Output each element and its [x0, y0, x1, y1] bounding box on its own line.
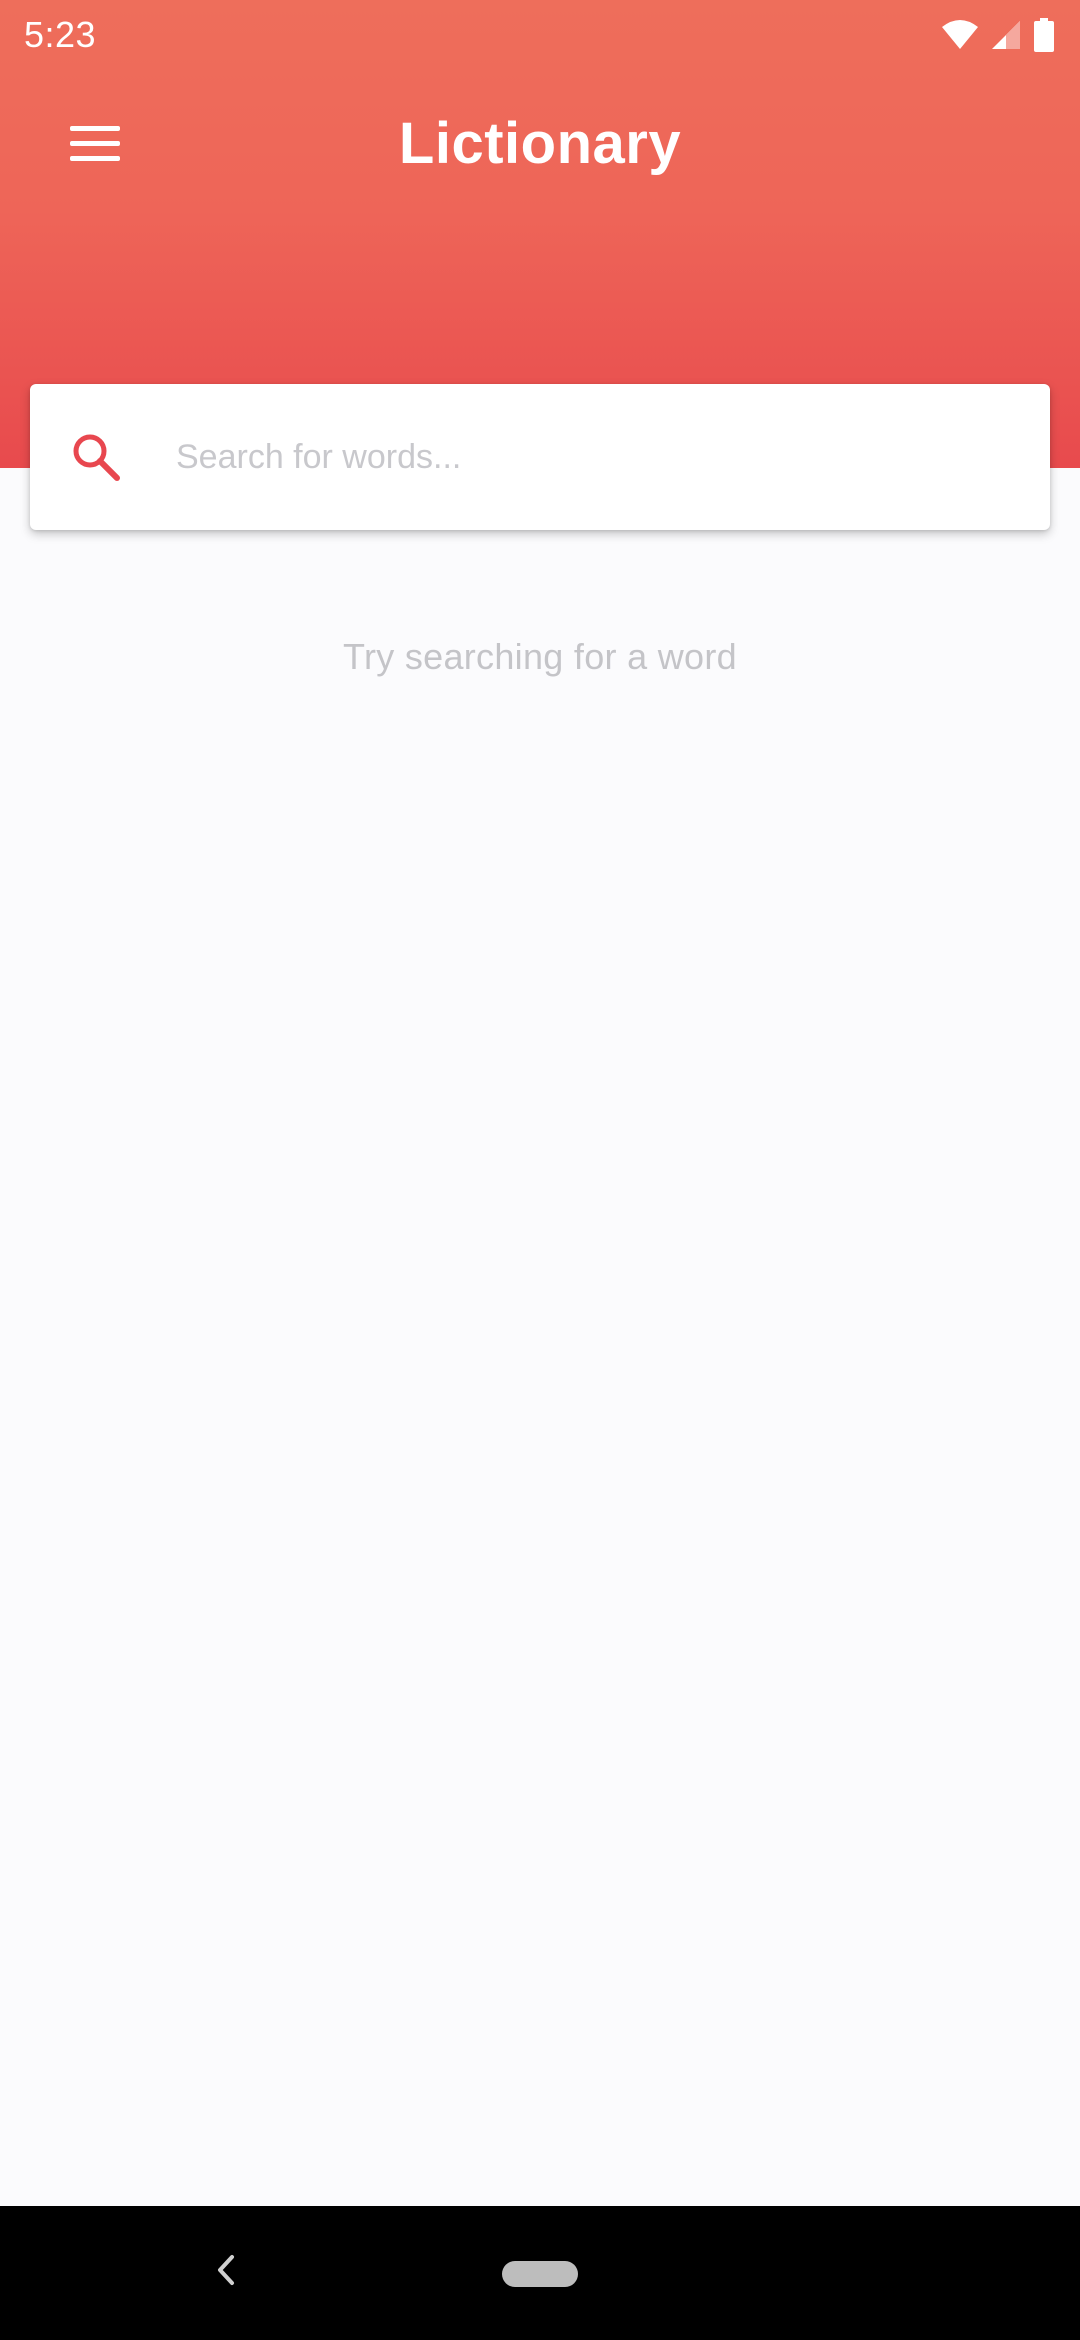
status-icons — [942, 16, 1054, 54]
wifi-icon — [942, 20, 978, 50]
back-button[interactable] — [196, 2242, 256, 2302]
battery-icon — [1034, 18, 1054, 52]
status-time: 5:23 — [24, 14, 97, 55]
app-screen: 5:23 Lictionary Search for words... Try … — [0, 0, 1080, 2340]
search-bar[interactable] — [30, 384, 1050, 530]
home-pill[interactable] — [502, 2261, 578, 2287]
back-icon — [214, 2253, 238, 2292]
cellular-signal-icon — [990, 19, 1022, 51]
status-bar: 5:23 — [0, 0, 1080, 70]
search-input[interactable] — [176, 417, 996, 497]
app-bar: Lictionary — [0, 90, 1080, 200]
search-icon[interactable] — [66, 427, 126, 487]
empty-state-hint: Try searching for a word — [342, 636, 737, 677]
system-navigation-bar — [0, 2206, 1080, 2340]
app-title: Lictionary — [398, 111, 682, 176]
